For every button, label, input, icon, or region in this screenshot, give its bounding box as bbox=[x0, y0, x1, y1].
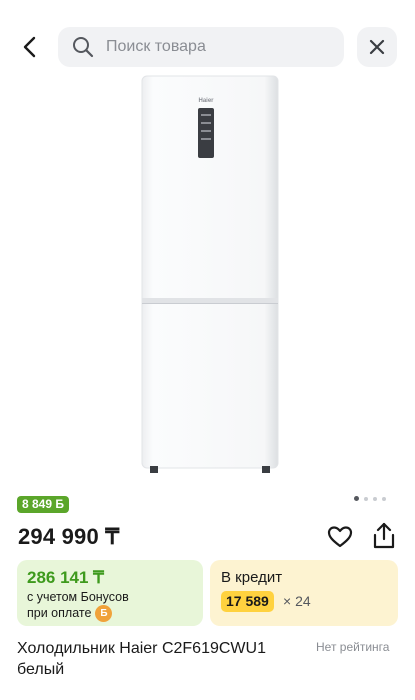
bonus-note-line2: при оплате bbox=[27, 606, 92, 620]
brand-logo: Haier bbox=[198, 98, 214, 104]
refrigerator-illustration: Haier bbox=[141, 75, 279, 473]
pager-dot[interactable] bbox=[364, 496, 368, 501]
back-button[interactable] bbox=[14, 30, 48, 64]
product-title: Холодильник Haier C2F619CWU1 белый bbox=[17, 640, 266, 678]
favorite-button[interactable] bbox=[326, 523, 354, 551]
credit-card[interactable]: В кредит 17 589 × 24 bbox=[210, 560, 398, 626]
share-icon bbox=[373, 522, 395, 549]
bonus-price: 286 141 ₸ bbox=[27, 568, 104, 587]
share-button[interactable] bbox=[370, 521, 398, 551]
bonus-price-card[interactable]: 286 141 ₸ с учетом Бонусов при оплате Б bbox=[17, 560, 203, 626]
search-box[interactable] bbox=[58, 27, 344, 67]
pager-dot[interactable] bbox=[373, 496, 377, 501]
credit-monthly-amount: 17 589 bbox=[221, 591, 274, 612]
heart-icon bbox=[327, 526, 353, 548]
credit-label: В кредит bbox=[221, 569, 283, 586]
top-bar bbox=[0, 26, 415, 68]
pager-dot[interactable] bbox=[382, 496, 386, 501]
chevron-left-icon bbox=[23, 36, 36, 58]
search-icon bbox=[73, 37, 94, 58]
pager-dot[interactable] bbox=[354, 496, 359, 501]
product-price: 294 990 ₸ bbox=[18, 524, 120, 549]
search-input[interactable] bbox=[104, 37, 338, 57]
bonus-note-line1: с учетом Бонусов bbox=[27, 590, 129, 604]
gallery-pager bbox=[354, 496, 386, 501]
bonus-coin-icon: Б bbox=[95, 605, 113, 623]
credit-months: × 24 bbox=[283, 593, 311, 609]
bonus-badge: 8 849 Б bbox=[17, 496, 69, 513]
close-button[interactable] bbox=[357, 27, 397, 67]
close-icon bbox=[369, 39, 385, 55]
bonus-note: с учетом Бонусов при оплате Б bbox=[27, 589, 129, 623]
product-image[interactable]: Haier bbox=[140, 74, 280, 480]
rating-status[interactable]: Нет рейтинга bbox=[316, 640, 389, 654]
